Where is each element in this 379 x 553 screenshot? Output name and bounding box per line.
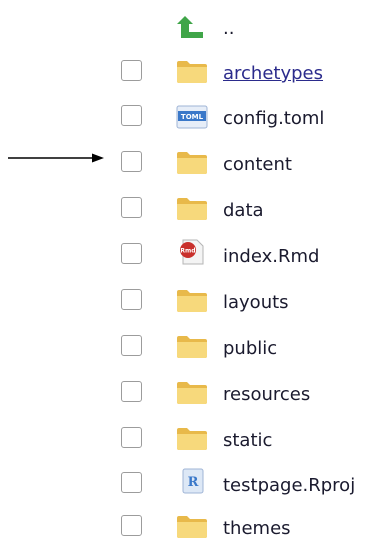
file-name-link[interactable]: index.Rmd (223, 246, 319, 268)
row-checkbox[interactable] (121, 472, 142, 493)
rproj-file-icon: R (182, 468, 204, 494)
rproj-badge-text: R (188, 475, 199, 490)
folder-icon (177, 382, 207, 404)
folder-icon (177, 61, 207, 83)
list-item[interactable]: data (0, 189, 379, 235)
file-name-link[interactable]: layouts (223, 292, 289, 314)
file-name-link[interactable]: data (223, 200, 264, 222)
rmd-file-icon: Rmd (180, 239, 204, 265)
list-item[interactable]: Rmd index.Rmd (0, 235, 379, 281)
list-item[interactable]: static (0, 419, 379, 465)
toml-badge-text: TOML (181, 113, 204, 121)
list-item[interactable]: themes (0, 507, 379, 553)
file-name-link[interactable]: testpage.Rproj (223, 475, 355, 497)
row-checkbox[interactable] (121, 105, 142, 126)
list-item[interactable]: R testpage.Rproj (0, 464, 379, 510)
file-name-link[interactable]: archetypes (223, 63, 323, 85)
row-checkbox[interactable] (121, 427, 142, 448)
rmd-badge-text: Rmd (180, 248, 195, 255)
parent-directory-label[interactable]: .. (223, 18, 234, 40)
file-name-link[interactable]: config.toml (223, 108, 324, 130)
list-item[interactable]: TOML config.toml (0, 97, 379, 143)
folder-icon (177, 198, 207, 220)
parent-directory-row[interactable]: .. (0, 6, 379, 52)
annotation-arrow-icon (8, 153, 104, 163)
file-name-link[interactable]: resources (223, 384, 310, 406)
row-checkbox[interactable] (121, 289, 142, 310)
folder-icon (177, 152, 207, 174)
file-name-link[interactable]: content (223, 154, 292, 176)
list-item[interactable]: resources (0, 373, 379, 419)
up-arrow-icon (177, 16, 203, 38)
folder-icon (177, 336, 207, 358)
row-checkbox[interactable] (121, 381, 142, 402)
list-item[interactable]: public (0, 327, 379, 373)
list-item[interactable]: content (0, 143, 379, 189)
file-name-link[interactable]: public (223, 338, 277, 360)
file-name-link[interactable]: static (223, 430, 272, 452)
row-checkbox[interactable] (121, 151, 142, 172)
file-name-link[interactable]: themes (223, 518, 291, 540)
file-list: .. archetypes TOML config.toml content d… (0, 0, 379, 544)
row-checkbox[interactable] (121, 335, 142, 356)
folder-icon (177, 516, 207, 538)
folder-icon (177, 290, 207, 312)
toml-file-icon: TOML (176, 105, 208, 129)
folder-icon (177, 428, 207, 450)
row-checkbox[interactable] (121, 197, 142, 218)
list-item[interactable]: layouts (0, 281, 379, 327)
row-checkbox[interactable] (121, 243, 142, 264)
list-item[interactable]: archetypes (0, 52, 379, 98)
row-checkbox[interactable] (121, 60, 142, 81)
row-checkbox[interactable] (121, 515, 142, 536)
